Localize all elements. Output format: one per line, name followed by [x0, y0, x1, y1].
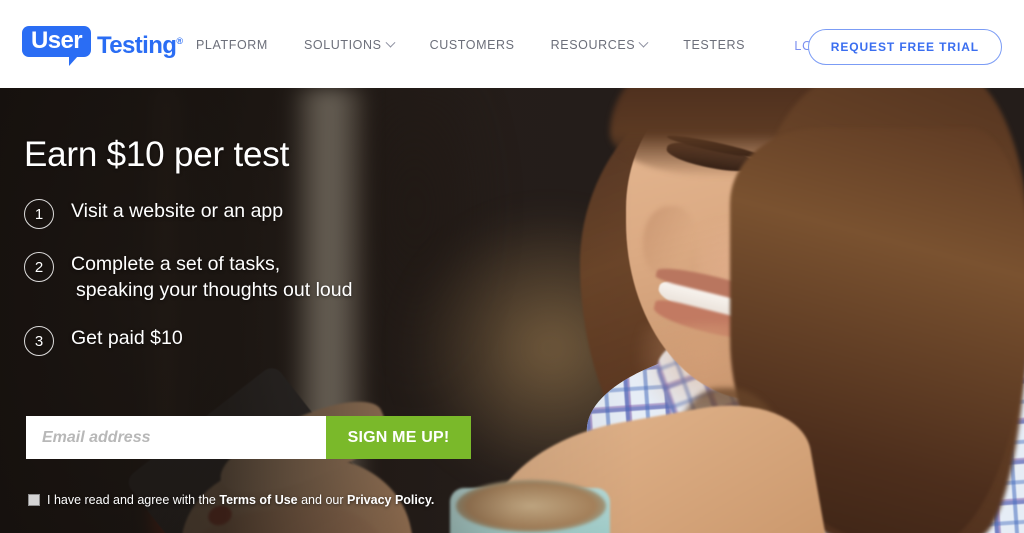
step-line-1: Visit a website or an app [71, 200, 284, 222]
step-number-badge: 1 [24, 199, 54, 229]
nav-item-testers[interactable]: TESTERS [683, 38, 745, 52]
hero-content: Earn $10 per test 1 Visit a website or a… [0, 88, 1024, 533]
terms-checkbox[interactable] [28, 494, 40, 506]
chevron-down-icon [638, 37, 649, 48]
terms-of-use-link[interactable]: Terms of Use [219, 493, 297, 507]
list-item: 2 Complete a set of tasks, speaking your… [24, 251, 454, 303]
email-input[interactable] [26, 416, 326, 459]
nav-item-testers-label: TESTERS [683, 38, 746, 52]
site-header: User Testing® PLATFORM SOLUTIONS CUSTOME… [0, 0, 1024, 88]
nav-item-customers-label: CUSTOMERS [429, 38, 515, 52]
terms-text-before: I have read and agree with the [47, 493, 216, 507]
logo-bubble-text: User [31, 27, 83, 54]
step-text: Visit a website or an app [71, 198, 283, 224]
logo-speech-bubble-icon: User [22, 26, 91, 66]
terms-text-middle: and our [301, 493, 344, 507]
step-line-2: speaking your thoughts out loud [76, 279, 353, 301]
sign-me-up-button[interactable]: SIGN ME UP! [326, 416, 471, 459]
usertesting-logo[interactable]: User Testing® [22, 26, 183, 66]
nav-item-resources-label: RESOURCES [550, 38, 636, 52]
nav-item-platform-label: PLATFORM [196, 38, 268, 52]
step-text: Complete a set of tasks, speaking your t… [71, 251, 352, 303]
step-number-badge: 2 [24, 252, 54, 282]
nav-item-platform[interactable]: PLATFORM [196, 38, 268, 52]
hero-section: Earn $10 per test 1 Visit a website or a… [0, 88, 1024, 533]
list-item: 1 Visit a website or an app [24, 198, 454, 229]
logo-testing-text: Testing [96, 32, 177, 59]
terms-text: I have read and agree with the Terms of … [47, 493, 434, 507]
nav-item-customers[interactable]: CUSTOMERS [430, 38, 515, 52]
step-line-1: Complete a set of tasks, [71, 253, 281, 275]
nav-item-resources[interactable]: RESOURCES [550, 37, 649, 52]
logo-word-text: Testing® [96, 26, 183, 61]
page-title: Earn $10 per test [24, 135, 290, 174]
nav-item-solutions-label: SOLUTIONS [303, 38, 382, 52]
nav-item-solutions[interactable]: SOLUTIONS [303, 37, 396, 52]
steps-list: 1 Visit a website or an app 2 Complete a… [24, 198, 454, 378]
signup-form: SIGN ME UP! [26, 416, 471, 459]
main-nav: PLATFORM SOLUTIONS CUSTOMERS RESOURCES T… [196, 37, 781, 52]
list-item: 3 Get paid $10 [24, 325, 454, 356]
page-root: User Testing® PLATFORM SOLUTIONS CUSTOME… [0, 0, 1024, 533]
step-line-1: Get paid $10 [71, 327, 183, 349]
privacy-policy-link[interactable]: Privacy Policy. [347, 493, 434, 507]
logo-trademark-icon: ® [176, 36, 183, 46]
chevron-down-icon [385, 37, 396, 48]
step-number-badge: 3 [24, 326, 54, 356]
step-text: Get paid $10 [71, 325, 183, 351]
request-free-trial-button[interactable]: REQUEST FREE TRIAL [807, 29, 1002, 65]
terms-agreement: I have read and agree with the Terms of … [28, 493, 434, 507]
